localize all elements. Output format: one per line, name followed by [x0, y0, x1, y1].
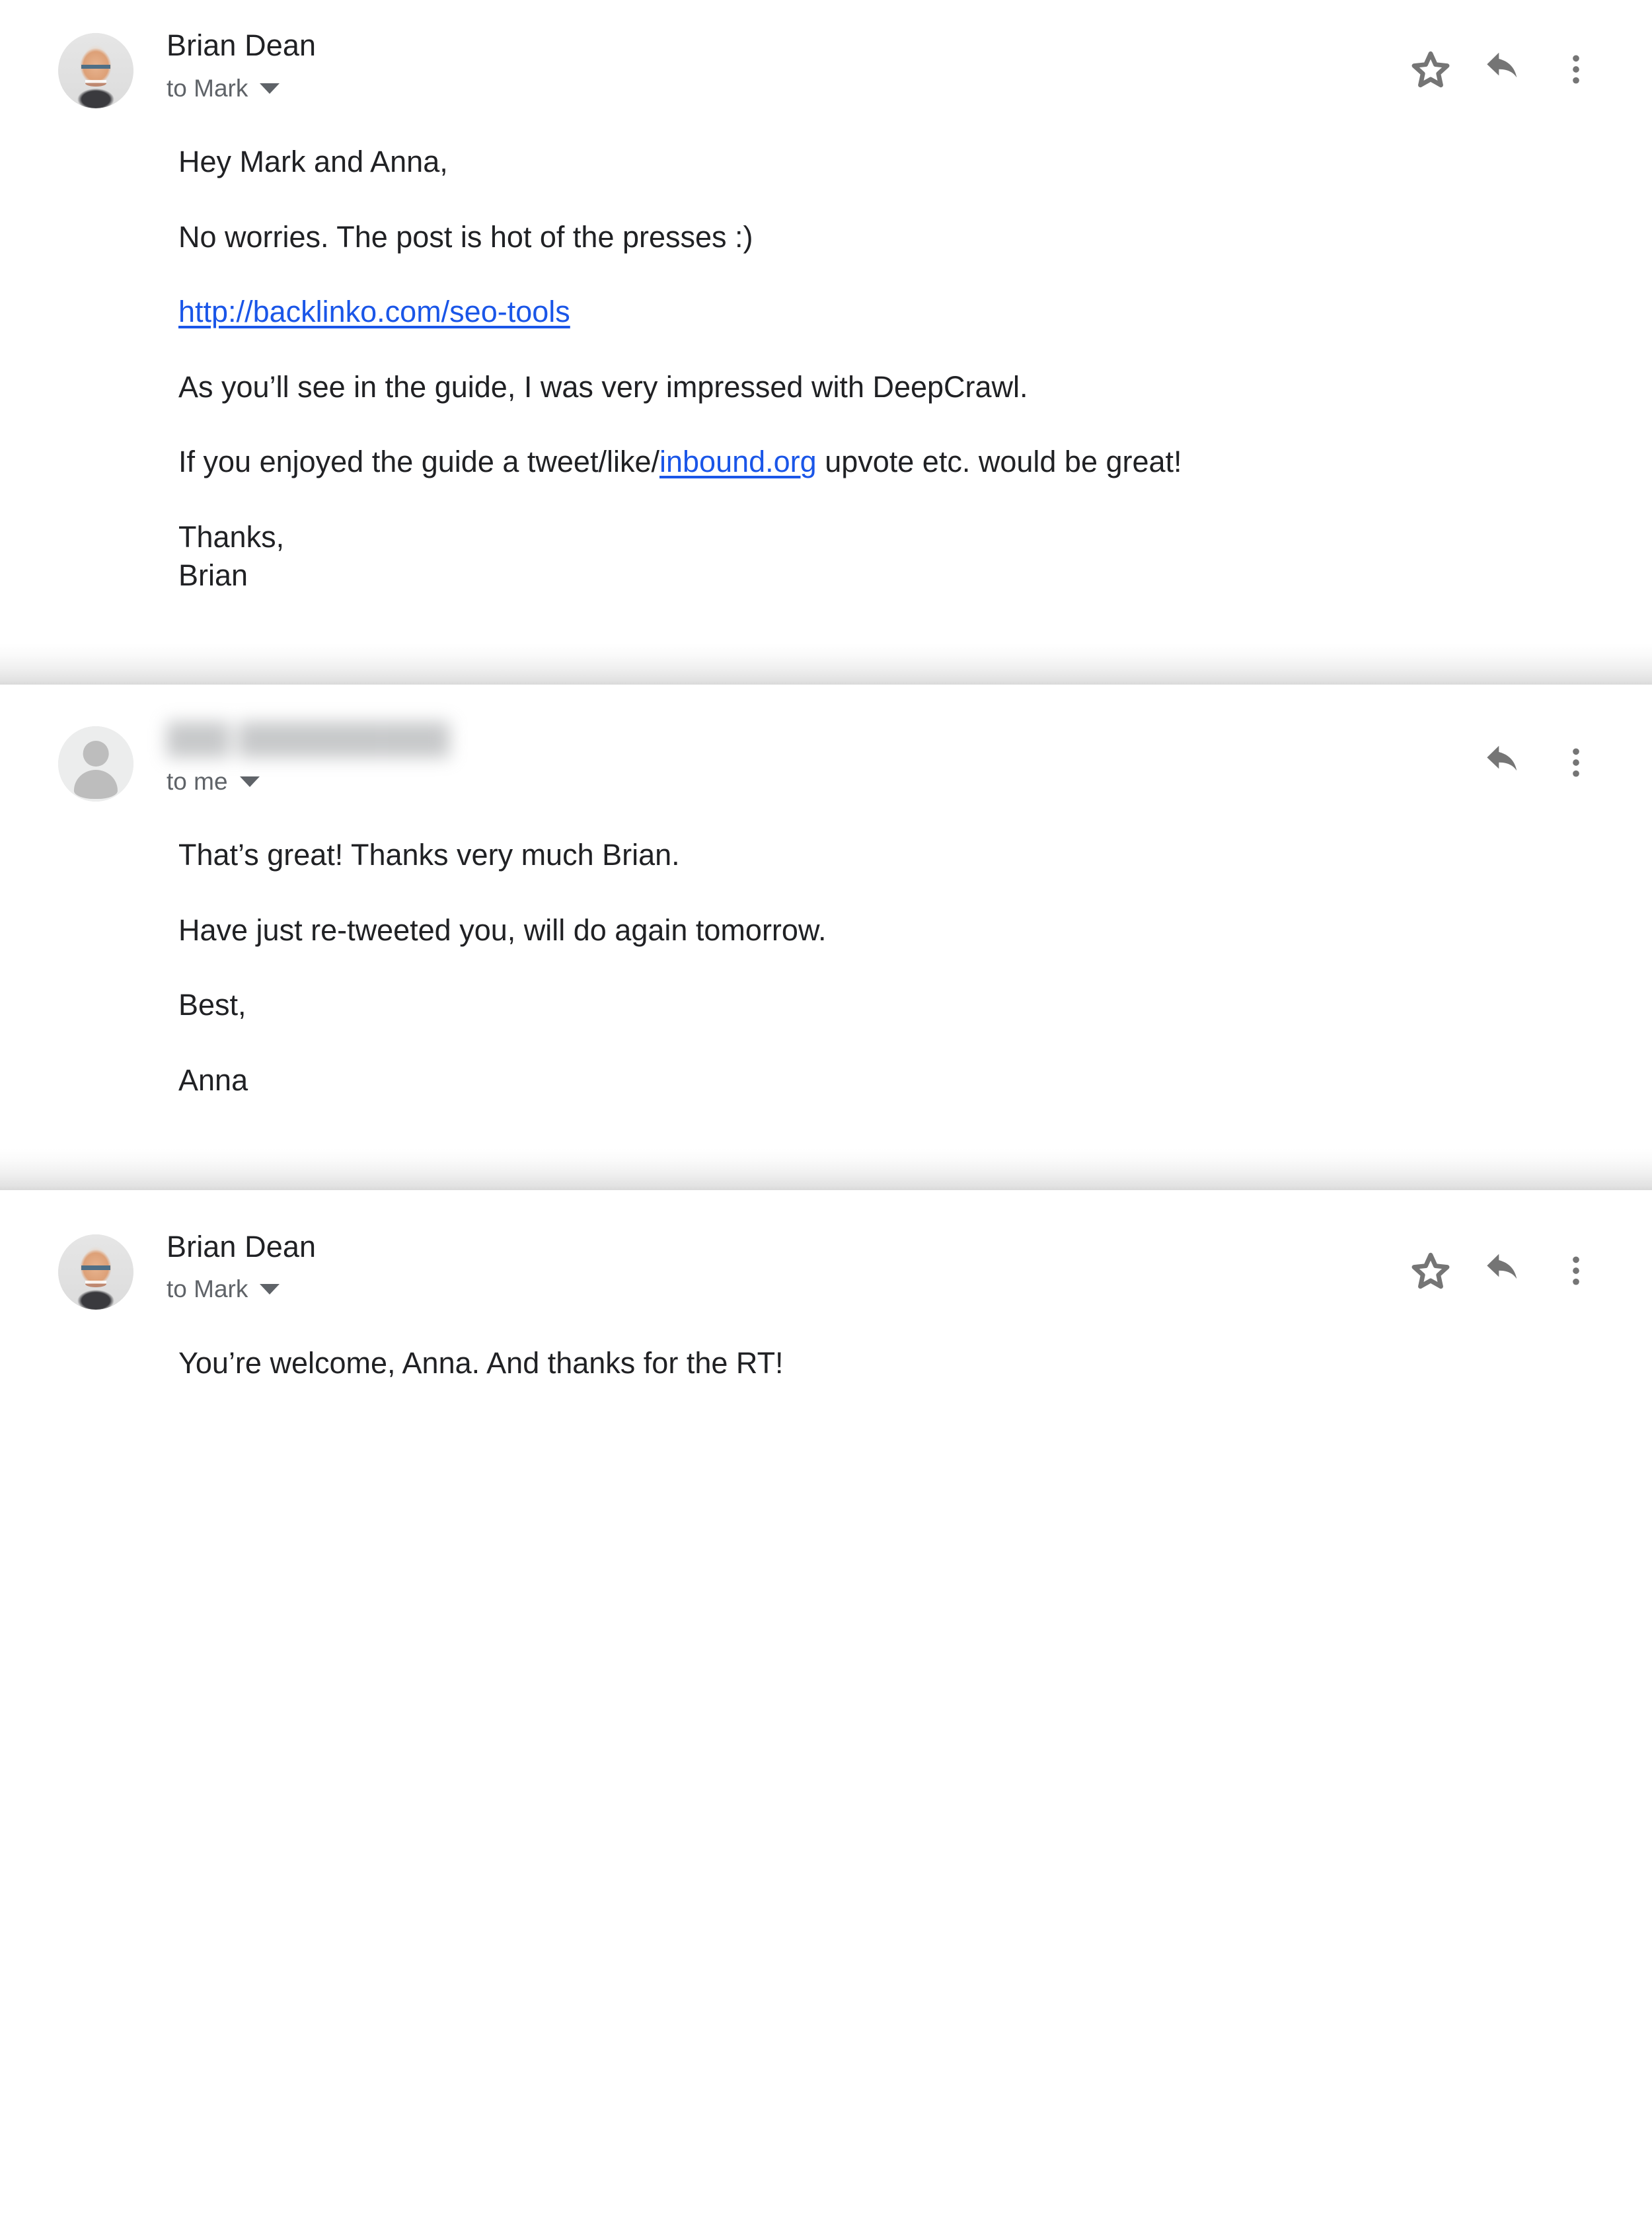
more-options-button[interactable] — [1540, 1234, 1612, 1307]
body-text-after-link: upvote etc. would be great! — [816, 445, 1182, 479]
seo-tools-link[interactable]: http://backlinko.com/seo-tools — [178, 295, 570, 328]
more-options-button[interactable] — [1540, 33, 1612, 106]
message-1-actions — [1394, 33, 1612, 106]
message-2-sender-block: ███ ██████████ to me — [167, 722, 1606, 795]
star-button[interactable] — [1394, 1234, 1467, 1307]
signature-name: Anna — [178, 1063, 248, 1097]
recipient-label: to Mark — [167, 74, 248, 102]
reply-icon — [1482, 48, 1524, 91]
chevron-down-icon[interactable] — [239, 776, 260, 787]
message-3: Brian Dean to Mark You’re welcome, Anna.… — [0, 1191, 1652, 1382]
recipient-row[interactable]: to Mark — [167, 1275, 1606, 1303]
reply-icon — [1482, 741, 1524, 784]
avatar[interactable] — [58, 1234, 133, 1310]
message-1: Brian Dean to Mark Hey Mark and Anna, No… — [0, 0, 1652, 644]
reply-button[interactable] — [1467, 726, 1540, 799]
star-icon — [1411, 1251, 1450, 1291]
email-thread: Brian Dean to Mark Hey Mark and Anna, No… — [0, 0, 1652, 2219]
chevron-down-icon[interactable] — [260, 83, 280, 94]
more-options-button[interactable] — [1540, 726, 1612, 799]
message-1-body: Hey Mark and Anna, No worries. The post … — [0, 143, 1652, 594]
more-vert-icon — [1558, 52, 1594, 87]
recipient-row[interactable]: to me — [167, 767, 1606, 796]
more-vert-icon — [1558, 745, 1594, 780]
photo-avatar — [58, 1234, 133, 1310]
star-icon — [1411, 50, 1450, 89]
star-button[interactable] — [1394, 33, 1467, 106]
message-2: ███ ██████████ to me That’s great! Thank… — [0, 687, 1652, 1148]
message-divider — [0, 643, 1652, 687]
message-divider — [0, 1148, 1652, 1192]
chevron-down-icon[interactable] — [260, 1284, 280, 1295]
body-paragraph: Have just re-tweeted you, will do again … — [178, 913, 827, 947]
body-paragraph: That’s great! Thanks very much Brian. — [178, 838, 680, 872]
sender-name[interactable]: Brian Dean — [167, 1230, 1606, 1263]
body-paragraph-link: http://backlinko.com/seo-tools — [178, 293, 1540, 331]
message-3-body: You’re welcome, Anna. And thanks for the… — [0, 1344, 1652, 1382]
sender-name-redacted[interactable]: ███ ██████████ — [167, 722, 449, 755]
message-3-actions — [1394, 1234, 1612, 1307]
body-text-before-link: If you enjoyed the guide a tweet/like/ — [178, 445, 659, 479]
recipient-label: to Mark — [167, 1275, 248, 1303]
body-paragraph: Best, — [178, 988, 246, 1022]
photo-avatar — [58, 33, 133, 108]
message-1-header: Brian Dean to Mark — [0, 29, 1652, 108]
avatar[interactable] — [58, 33, 133, 108]
recipient-label: to me — [167, 767, 228, 795]
message-2-header: ███ ██████████ to me — [0, 722, 1652, 802]
reply-button[interactable] — [1467, 33, 1540, 106]
body-paragraph: Hey Mark and Anna, — [178, 145, 448, 178]
signature-line-1: Thanks, — [178, 519, 285, 554]
message-3-header: Brian Dean to Mark — [0, 1230, 1652, 1310]
message-3-sender-block: Brian Dean to Mark — [167, 1230, 1606, 1303]
message-1-sender-block: Brian Dean to Mark — [167, 29, 1606, 102]
signature-line-2: Brian — [178, 558, 248, 592]
recipient-row[interactable]: to Mark — [167, 75, 1606, 102]
body-paragraph: As you’ll see in the guide, I was very i… — [178, 369, 1028, 404]
generic-person-avatar — [58, 726, 133, 802]
message-2-body: That’s great! Thanks very much Brian. Ha… — [0, 836, 1652, 1099]
body-paragraph-with-link: If you enjoyed the guide a tweet/like/in… — [178, 443, 1540, 481]
body-paragraph: No worries. The post is hot of the press… — [178, 219, 753, 254]
inbound-org-link[interactable]: inbound.org — [659, 445, 817, 478]
more-vert-icon — [1558, 1253, 1594, 1289]
reply-icon — [1482, 1250, 1524, 1292]
avatar[interactable] — [58, 726, 133, 802]
reply-button[interactable] — [1467, 1234, 1540, 1307]
body-paragraph: You’re welcome, Anna. And thanks for the… — [178, 1345, 784, 1380]
message-2-actions — [1467, 726, 1612, 799]
sender-name[interactable]: Brian Dean — [167, 29, 1606, 62]
